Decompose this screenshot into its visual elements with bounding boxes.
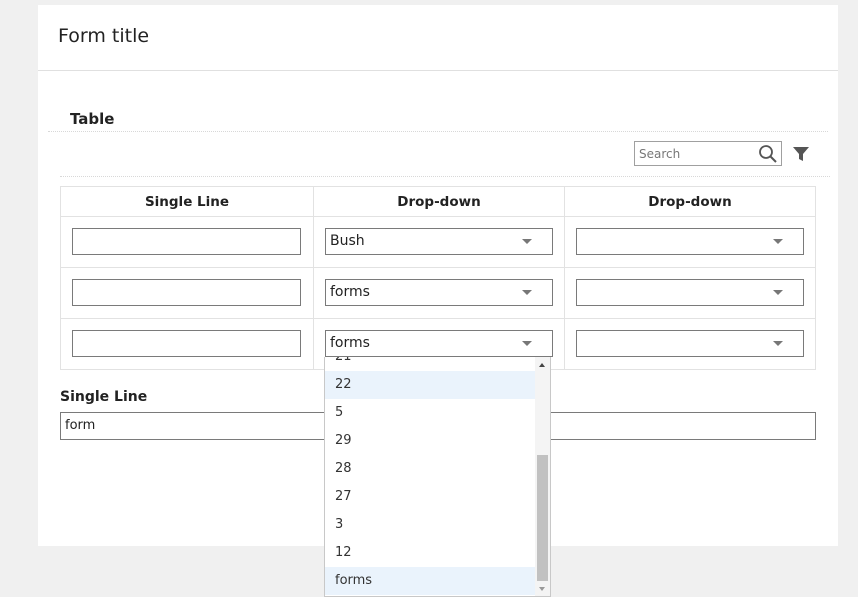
scroll-down-icon[interactable] xyxy=(539,587,545,591)
single-line-value: form xyxy=(65,418,96,433)
column-header: Drop-down xyxy=(563,186,817,217)
dropdown-option[interactable]: 21 xyxy=(325,357,535,371)
table-row: Bush xyxy=(60,216,817,268)
single-line-input[interactable] xyxy=(72,330,301,357)
dropdown-option[interactable]: 22 xyxy=(325,371,535,399)
toolbar-divider xyxy=(60,176,830,177)
single-line-input[interactable] xyxy=(72,228,301,255)
dropdown-option[interactable]: 12 xyxy=(325,539,535,567)
dropdown-select[interactable] xyxy=(575,228,804,255)
dropdown-select[interactable] xyxy=(575,279,804,306)
dropdown-option[interactable]: 5 xyxy=(325,399,535,427)
scroll-up-icon[interactable] xyxy=(539,363,545,367)
filter-icon[interactable] xyxy=(792,145,810,163)
form-title: Form title xyxy=(58,25,150,47)
title-divider xyxy=(38,70,838,71)
dropdown-option[interactable]: 3 xyxy=(325,511,535,539)
search-icon[interactable] xyxy=(758,144,778,164)
data-table: Single Line Drop-down Drop-down Bush for… xyxy=(60,186,817,370)
column-header: Single Line xyxy=(60,186,314,217)
search-input[interactable] xyxy=(635,142,761,165)
chevron-down-icon xyxy=(772,341,783,346)
dropdown-select[interactable]: Bush xyxy=(324,228,553,255)
dropdown-value: forms xyxy=(329,335,370,351)
dropdown-scrollbar[interactable] xyxy=(535,357,550,596)
table-header-row: Single Line Drop-down Drop-down xyxy=(60,186,817,217)
dropdown-value: Bush xyxy=(329,233,365,249)
dropdown-select[interactable] xyxy=(575,330,804,357)
dropdown-option[interactable]: 27 xyxy=(325,483,535,511)
chevron-down-icon xyxy=(772,290,783,295)
table-row: forms xyxy=(60,267,817,319)
single-line-input[interactable] xyxy=(72,279,301,306)
dropdown-option[interactable]: 28 xyxy=(325,455,535,483)
scroll-thumb[interactable] xyxy=(537,455,548,581)
search-box xyxy=(634,141,782,166)
column-header: Drop-down xyxy=(312,186,565,217)
single-line-label: Single Line xyxy=(60,389,148,405)
dropdown-option[interactable]: 29 xyxy=(325,427,535,455)
section-divider xyxy=(48,131,828,132)
options-container: 21 22 5 29 28 27 3 12 forms xyxy=(325,357,535,595)
dropdown-option-selected[interactable]: forms xyxy=(325,567,535,595)
dropdown-value: forms xyxy=(329,284,370,300)
dropdown-select-open[interactable]: forms xyxy=(324,330,553,357)
dropdown-options-list[interactable]: 21 22 5 29 28 27 3 12 forms xyxy=(324,357,551,597)
chevron-down-icon xyxy=(521,290,532,295)
chevron-down-icon xyxy=(521,341,532,346)
section-title: Table xyxy=(70,110,115,128)
chevron-down-icon xyxy=(772,239,783,244)
dropdown-select[interactable]: forms xyxy=(324,279,553,306)
chevron-down-icon xyxy=(521,239,532,244)
